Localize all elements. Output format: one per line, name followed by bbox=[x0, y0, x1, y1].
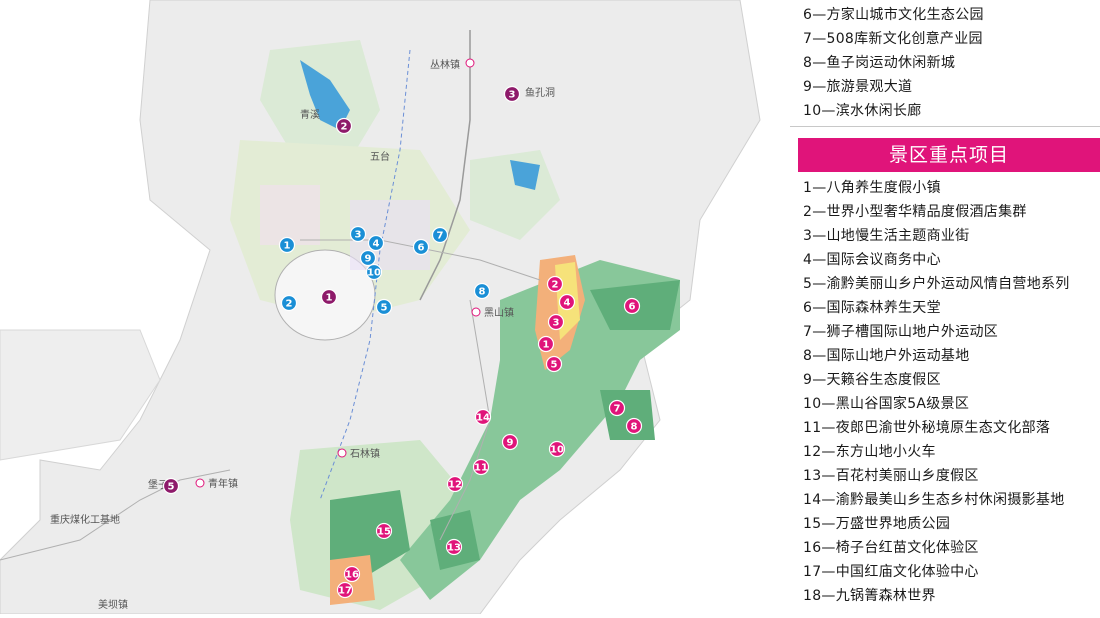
legend-top-item-3: 8—鱼子岗运动休闲新城 bbox=[803, 55, 956, 71]
city-west bbox=[260, 185, 320, 245]
pink-marker-label-17: 17 bbox=[338, 586, 352, 597]
legend-project-item-5: 5—渝黔美丽山乡户外运动风情自营地系列 bbox=[803, 276, 1070, 292]
legend-project-item-8: 8—国际山地户外运动基地 bbox=[803, 348, 970, 364]
town-label-wuhu: 五台 bbox=[370, 150, 390, 163]
pink-marker-label-1: 1 bbox=[543, 340, 550, 351]
map-area[interactable]: 丛林镇 黑山镇 石林镇 青年镇 美坝镇 重庆煤化工基地 五台 鱼孔洞 青溪 堡子… bbox=[0, 0, 790, 615]
town-marker-qingnian bbox=[195, 478, 205, 488]
blue-marker-label-5: 5 bbox=[381, 303, 388, 314]
town-label-conglin: 丛林镇 bbox=[430, 58, 460, 71]
purple-marker-label-3: 3 bbox=[509, 90, 516, 101]
town-label-chemical-base: 重庆煤化工基地 bbox=[50, 513, 120, 526]
legend-top-item-2: 7—508库新文化创意产业园 bbox=[803, 31, 983, 47]
legend-project-item-1: 1—八角养生度假小镇 bbox=[803, 180, 941, 196]
legend-project-item-18: 18—九锅箐森林世界 bbox=[803, 588, 936, 604]
legend-project-item-11: 11—夜郎巴渝世外秘境原生态文化部落 bbox=[803, 420, 1051, 436]
pink-marker-label-13: 13 bbox=[447, 543, 461, 554]
town-label-qingxi: 青溪 bbox=[300, 108, 320, 121]
pink-marker-label-9: 9 bbox=[507, 438, 514, 449]
blue-marker-label-6: 6 bbox=[418, 243, 425, 254]
legend-top-item-1: 6—方家山城市文化生态公园 bbox=[803, 7, 984, 23]
legend-header: 景区重点项目 bbox=[798, 138, 1100, 172]
pink-marker-label-14: 14 bbox=[476, 413, 490, 424]
blue-marker-label-4: 4 bbox=[373, 239, 380, 250]
pink-marker-label-10: 10 bbox=[550, 445, 564, 456]
legend-project-item-15: 15—万盛世界地质公园 bbox=[803, 516, 951, 532]
town-marker-heishan bbox=[471, 307, 481, 317]
pink-marker-label-3: 3 bbox=[553, 318, 560, 329]
purple-marker-label-2: 2 bbox=[341, 122, 348, 133]
legend-project-item-13: 13—百花村美丽山乡度假区 bbox=[803, 468, 979, 484]
town-label-yukong: 鱼孔洞 bbox=[525, 86, 555, 99]
blue-marker-label-10: 10 bbox=[367, 268, 381, 279]
map-svg: 丛林镇 黑山镇 石林镇 青年镇 美坝镇 重庆煤化工基地 五台 鱼孔洞 青溪 堡子… bbox=[0, 0, 790, 615]
pink-marker-label-6: 6 bbox=[629, 302, 636, 313]
blue-marker-label-1: 1 bbox=[284, 241, 291, 252]
legend-project-item-14: 14—渝黔最美山乡生态乡村休闲摄影基地 bbox=[803, 492, 1065, 508]
blue-marker-label-8: 8 bbox=[479, 287, 486, 298]
pink-marker-label-2: 2 bbox=[552, 280, 559, 291]
blue-marker-label-2: 2 bbox=[286, 299, 293, 310]
purple-marker-label-1: 1 bbox=[326, 293, 333, 304]
town-marker-conglin bbox=[465, 58, 475, 68]
legend-project-item-16: 16—椅子台红苗文化体验区 bbox=[803, 540, 979, 556]
legend-top-item-5: 10—滨水休闲长廊 bbox=[803, 103, 922, 119]
pink-marker-label-8: 8 bbox=[631, 422, 638, 433]
legend-project-list: 1—八角养生度假小镇 2—世界小型奢华精品度假酒店集群 3—山地慢生活主题商业街 4—… bbox=[790, 176, 1100, 608]
pink-marker-label-11: 11 bbox=[474, 463, 488, 474]
legend-project-item-10: 10—黑山谷国家5A级景区 bbox=[803, 396, 970, 412]
town-label-meishi: 美坝镇 bbox=[98, 598, 128, 611]
pink-marker-label-15: 15 bbox=[377, 527, 391, 538]
pink-marker-label-12: 12 bbox=[448, 480, 462, 491]
legend-project-item-12: 12—东方山地小火车 bbox=[803, 444, 936, 460]
blue-marker-label-9: 9 bbox=[365, 254, 372, 265]
town-label-shilin: 石林镇 bbox=[350, 447, 380, 460]
legend-top-list: 6—方家山城市文化生态公园 7—508库新文化创意产业园 8—鱼子岗运动休闲新城 9—… bbox=[790, 3, 1100, 127]
legend-panel: 6—方家山城市文化生态公园 7—508库新文化创意产业园 8—鱼子岗运动休闲新城 9—… bbox=[790, 0, 1100, 614]
town-label-heishan: 黑山镇 bbox=[484, 306, 514, 319]
pink-marker-label-5: 5 bbox=[551, 360, 558, 371]
town-marker-shilin bbox=[337, 448, 347, 458]
pink-marker-label-7: 7 bbox=[614, 404, 621, 415]
legend-project-item-2: 2—世界小型奢华精品度假酒店集群 bbox=[803, 204, 1027, 220]
legend-project-item-7: 7—狮子槽国际山地户外运动区 bbox=[803, 324, 999, 340]
blue-marker-label-7: 7 bbox=[437, 231, 444, 242]
legend-top-item-4: 9—旅游景观大道 bbox=[803, 79, 913, 95]
legend-project-item-9: 9—天籁谷生态度假区 bbox=[803, 372, 941, 388]
legend-project-item-4: 4—国际会议商务中心 bbox=[803, 252, 941, 268]
pink-marker-label-4: 4 bbox=[564, 298, 571, 309]
legend-project-item-17: 17—中国红庙文化体验中心 bbox=[803, 564, 979, 580]
legend-project-item-3: 3—山地慢生活主题商业街 bbox=[803, 228, 970, 244]
town-label-qingnian: 青年镇 bbox=[208, 477, 238, 490]
blue-marker-label-3: 3 bbox=[355, 230, 362, 241]
purple-marker-label-4: 5 bbox=[168, 482, 175, 493]
pink-marker-label-16: 16 bbox=[345, 570, 359, 581]
legend-project-item-6: 6—国际森林养生天堂 bbox=[803, 300, 941, 316]
